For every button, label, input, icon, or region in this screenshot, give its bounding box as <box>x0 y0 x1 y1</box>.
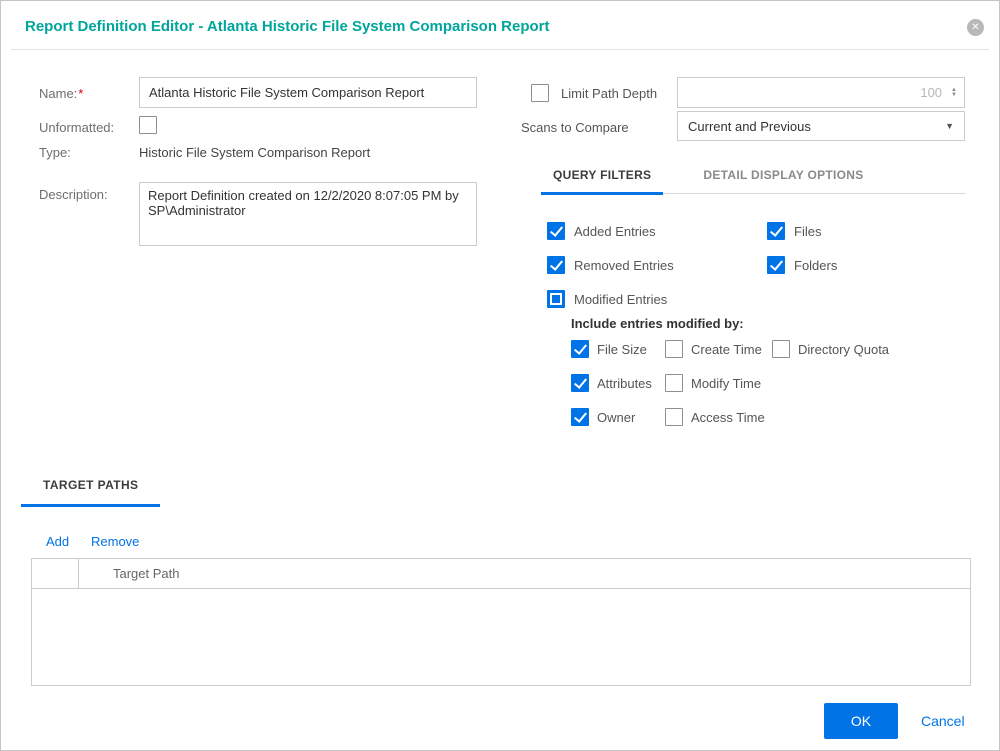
owner-label: Owner <box>597 410 635 425</box>
files-label: Files <box>794 224 821 239</box>
include-entries-modified-by-label: Include entries modified by: <box>571 316 744 331</box>
scans-to-compare-value: Current and Previous <box>688 119 811 134</box>
tab-query-filters[interactable]: QUERY FILTERS <box>541 161 663 195</box>
selection-column-header <box>32 559 79 588</box>
filter-owner[interactable]: Owner <box>571 408 635 426</box>
access-time-checkbox[interactable] <box>665 408 683 426</box>
cancel-button[interactable]: Cancel <box>921 713 965 729</box>
report-definition-editor-dialog: Report Definition Editor - Atlanta Histo… <box>0 0 1000 751</box>
directory-quota-checkbox[interactable] <box>772 340 790 358</box>
description-textarea[interactable]: Report Definition created on 12/2/2020 8… <box>139 182 477 246</box>
filter-attributes[interactable]: Attributes <box>571 374 652 392</box>
filter-modified-entries[interactable]: Modified Entries <box>547 290 667 308</box>
filter-added-entries[interactable]: Added Entries <box>547 222 656 240</box>
added-entries-checkbox[interactable] <box>547 222 565 240</box>
required-asterisk: * <box>78 86 83 101</box>
modify-time-label: Modify Time <box>691 376 761 391</box>
close-icon[interactable]: ✕ <box>967 19 984 36</box>
scans-to-compare-label: Scans to Compare <box>521 120 629 135</box>
dialog-title: Report Definition Editor - Atlanta Histo… <box>25 18 550 35</box>
file-size-label: File Size <box>597 342 647 357</box>
ok-button[interactable]: OK <box>824 703 898 739</box>
modified-entries-checkbox[interactable] <box>547 290 565 308</box>
tab-detail-display-options[interactable]: DETAIL DISPLAY OPTIONS <box>691 161 875 193</box>
limit-path-depth-input[interactable]: 100 ▲ ▼ <box>677 77 965 108</box>
add-target-path-link[interactable]: Add <box>46 534 69 549</box>
filter-folders[interactable]: Folders <box>767 256 837 274</box>
name-input[interactable] <box>139 77 477 108</box>
filter-files[interactable]: Files <box>767 222 821 240</box>
filter-tabs: QUERY FILTERS DETAIL DISPLAY OPTIONS <box>541 161 966 194</box>
name-label-text: Name: <box>39 86 77 101</box>
limit-path-depth-checkbox[interactable] <box>531 84 549 102</box>
attributes-label: Attributes <box>597 376 652 391</box>
type-label: Type: <box>39 145 71 160</box>
modify-time-checkbox[interactable] <box>665 374 683 392</box>
filter-removed-entries[interactable]: Removed Entries <box>547 256 674 274</box>
limit-path-depth-value: 100 <box>920 85 942 100</box>
access-time-label: Access Time <box>691 410 765 425</box>
filter-create-time[interactable]: Create Time <box>665 340 762 358</box>
spinner-down-icon[interactable]: ▼ <box>951 93 957 98</box>
filter-directory-quota[interactable]: Directory Quota <box>772 340 889 358</box>
create-time-checkbox[interactable] <box>665 340 683 358</box>
title-divider <box>11 49 989 50</box>
target-path-column-header: Target Path <box>79 559 180 588</box>
limit-path-depth-label: Limit Path Depth <box>561 86 657 101</box>
filter-access-time[interactable]: Access Time <box>665 408 765 426</box>
modified-entries-label: Modified Entries <box>574 292 667 307</box>
create-time-label: Create Time <box>691 342 762 357</box>
name-label: Name:* <box>39 86 83 101</box>
target-paths-table-body[interactable] <box>32 589 970 686</box>
owner-checkbox[interactable] <box>571 408 589 426</box>
target-paths-table: Target Path <box>31 558 971 686</box>
remove-target-path-link[interactable]: Remove <box>91 534 139 549</box>
directory-quota-label: Directory Quota <box>798 342 889 357</box>
folders-label: Folders <box>794 258 837 273</box>
files-checkbox[interactable] <box>767 222 785 240</box>
description-label: Description: <box>39 187 108 202</box>
attributes-checkbox[interactable] <box>571 374 589 392</box>
spinner-arrows-icon[interactable]: ▲ ▼ <box>951 88 957 98</box>
file-size-checkbox[interactable] <box>571 340 589 358</box>
type-value: Historic File System Comparison Report <box>139 145 370 160</box>
target-paths-table-header: Target Path <box>32 559 970 589</box>
removed-entries-label: Removed Entries <box>574 258 674 273</box>
scans-to-compare-select[interactable]: Current and Previous ▼ <box>677 111 965 141</box>
folders-checkbox[interactable] <box>767 256 785 274</box>
removed-entries-checkbox[interactable] <box>547 256 565 274</box>
filter-file-size[interactable]: File Size <box>571 340 647 358</box>
chevron-down-icon: ▼ <box>945 121 954 131</box>
tab-target-paths[interactable]: TARGET PATHS <box>21 471 160 507</box>
added-entries-label: Added Entries <box>574 224 656 239</box>
filter-modify-time[interactable]: Modify Time <box>665 374 761 392</box>
unformatted-checkbox[interactable] <box>139 116 157 134</box>
unformatted-label: Unformatted: <box>39 120 114 135</box>
